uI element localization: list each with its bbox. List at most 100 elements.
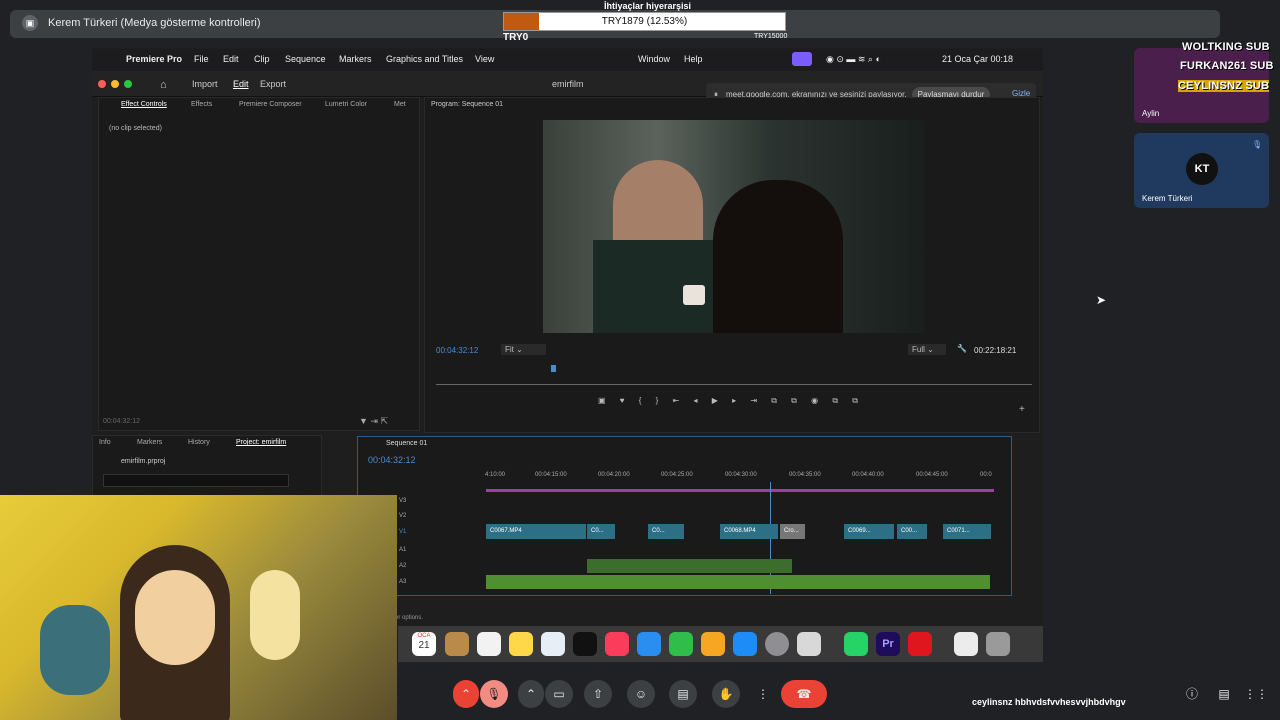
activities-icon[interactable]: ⋮⋮ <box>1242 680 1270 708</box>
close-icon[interactable] <box>98 80 106 88</box>
scrub-bar[interactable] <box>436 384 1032 385</box>
menu-graphics[interactable]: Graphics and Titles <box>386 54 463 64</box>
filter-icon[interactable]: ▼ ⇥ ⇱ <box>359 416 388 427</box>
presenter-label[interactable]: Kerem Türkeri (Medya gösterme kontroller… <box>48 17 261 29</box>
project-search-input[interactable] <box>103 474 289 487</box>
premiere-icon[interactable]: Pr <box>876 632 900 656</box>
program-tab[interactable]: Program: Sequence 01 <box>431 101 503 108</box>
resolution-select[interactable]: Full ⌄ <box>908 344 946 355</box>
video-clip[interactable]: C0... <box>648 524 684 539</box>
menu-help[interactable]: Help <box>684 54 703 64</box>
video-clip[interactable]: C0... <box>587 524 615 539</box>
track-v1[interactable]: V1 <box>399 529 406 535</box>
sequence-duration: 00:22:18:21 <box>974 346 1017 355</box>
ruler-label: 00:04:35:00 <box>789 472 821 478</box>
tab-effect-controls[interactable]: Effect Controls <box>121 101 167 108</box>
chat-icon[interactable]: ▤ <box>1210 680 1238 708</box>
tab-effects[interactable]: Effects <box>191 101 212 108</box>
mic-off-button[interactable]: 🎙 <box>480 680 508 708</box>
document-icon[interactable] <box>954 632 978 656</box>
video-clip[interactable]: C0067.MP4 <box>486 524 586 539</box>
workspace-export[interactable]: Export <box>260 79 286 89</box>
audio-clip[interactable] <box>587 559 792 573</box>
numbers-icon[interactable] <box>669 632 693 656</box>
menu-app[interactable]: Premiere Pro <box>126 54 182 64</box>
tab-project[interactable]: Project: emirfilm <box>236 439 286 446</box>
participant-name: Kerem Türkeri <box>1142 194 1193 203</box>
emoji-button[interactable]: ☺ <box>627 680 655 708</box>
tab-markers[interactable]: Markers <box>137 439 162 446</box>
add-button-icon[interactable]: + <box>1019 404 1025 415</box>
program-timecode[interactable]: 00:04:32:12 <box>436 346 478 355</box>
captions-button[interactable]: ▤ <box>669 680 697 708</box>
freeform-icon[interactable] <box>541 632 565 656</box>
wifi-icon[interactable]: ◉ ⊙ ▬ ≋ ⌕ ◐ <box>826 54 881 65</box>
reminders-icon[interactable] <box>477 632 501 656</box>
fit-select[interactable]: Fit ⌄ <box>501 344 546 355</box>
menubar-datetime[interactable]: 21 Oca Çar 00:18 <box>942 54 1013 64</box>
leave-call-button[interactable]: ☎ <box>781 680 827 708</box>
work-area-bar[interactable] <box>486 489 994 492</box>
ruler-label: 00:04:30:00 <box>725 472 757 478</box>
pages-icon[interactable] <box>701 632 725 656</box>
video-clip[interactable]: C0068.MP4 <box>720 524 778 539</box>
tab-metadata[interactable]: Met <box>394 101 406 108</box>
camera-button[interactable]: ▭ <box>545 680 573 708</box>
info-icon[interactable]: ⓘ <box>1178 680 1206 708</box>
wrench-icon[interactable]: 🔧 <box>957 344 967 353</box>
track-a3[interactable]: A3 <box>399 579 406 585</box>
playhead-marker[interactable] <box>551 365 556 372</box>
video-clip[interactable]: C0071... <box>943 524 991 539</box>
participant-tile[interactable]: KT Kerem Türkeri 🎙 <box>1134 133 1269 208</box>
app-store-icon[interactable] <box>733 632 757 656</box>
video-clip-selected[interactable]: Cro... <box>780 524 805 539</box>
workspace-import[interactable]: Import <box>192 79 218 89</box>
track-v3[interactable]: V3 <box>399 498 406 504</box>
utility-icon[interactable] <box>797 632 821 656</box>
workspace-edit[interactable]: Edit <box>233 79 249 89</box>
trash-icon[interactable] <box>986 632 1010 656</box>
menu-window[interactable]: Window <box>638 54 670 64</box>
transport-controls[interactable]: ▣ ♥ { } ⇤ ◂ ▶ ▸ ⇥ ⧉ ⧉ ◉ ⧉ ⧉ <box>598 396 864 406</box>
donation-value: TRY1879 (12.53%) <box>601 16 688 27</box>
menu-sequence[interactable]: Sequence <box>285 54 326 64</box>
timeline-timecode[interactable]: 00:04:32:12 <box>368 455 416 465</box>
tab-history[interactable]: History <box>188 439 210 446</box>
project-file[interactable]: emirfilm.prproj <box>121 458 165 465</box>
screen-share-icon[interactable] <box>792 52 812 66</box>
ruler-label: 00:04:40:00 <box>852 472 884 478</box>
track-a2[interactable]: A2 <box>399 563 406 569</box>
raise-hand-button[interactable]: ✋ <box>712 680 740 708</box>
tab-info[interactable]: Info <box>99 439 111 446</box>
menu-view[interactable]: View <box>475 54 494 64</box>
home-icon[interactable]: ⌂ <box>160 79 167 91</box>
stickies-icon[interactable] <box>509 632 533 656</box>
tab-lumetri[interactable]: Lumetri Color <box>325 101 367 108</box>
minimize-icon[interactable] <box>111 80 119 88</box>
track-a1[interactable]: A1 <box>399 547 406 553</box>
acrobat-icon[interactable] <box>908 632 932 656</box>
chevron-up-icon[interactable]: ⌃ <box>518 680 544 708</box>
plush-toy <box>250 570 300 660</box>
audio-clip[interactable] <box>486 575 990 589</box>
music-icon[interactable] <box>605 632 629 656</box>
system-settings-icon[interactable] <box>765 632 789 656</box>
zoom-icon[interactable] <box>124 80 132 88</box>
menu-clip[interactable]: Clip <box>254 54 270 64</box>
chevron-up-icon[interactable]: ⌃ <box>453 680 479 708</box>
more-options-button[interactable]: ⋮ <box>749 680 777 708</box>
menu-file[interactable]: File <box>194 54 209 64</box>
tab-premiere-composer[interactable]: Premiere Composer <box>239 101 302 108</box>
track-v2[interactable]: V2 <box>399 513 406 519</box>
notes-icon[interactable] <box>445 632 469 656</box>
calendar-icon[interactable]: OCA 21 <box>412 632 436 656</box>
apple-tv-icon[interactable] <box>573 632 597 656</box>
sequence-tab[interactable]: Sequence 01 <box>386 440 427 447</box>
video-clip[interactable]: C00... <box>897 524 927 539</box>
keynote-icon[interactable] <box>637 632 661 656</box>
video-clip[interactable]: C0069... <box>844 524 894 539</box>
menu-markers[interactable]: Markers <box>339 54 372 64</box>
menu-edit[interactable]: Edit <box>223 54 239 64</box>
present-button[interactable]: ⇧ <box>584 680 612 708</box>
whatsapp-icon[interactable] <box>844 632 868 656</box>
